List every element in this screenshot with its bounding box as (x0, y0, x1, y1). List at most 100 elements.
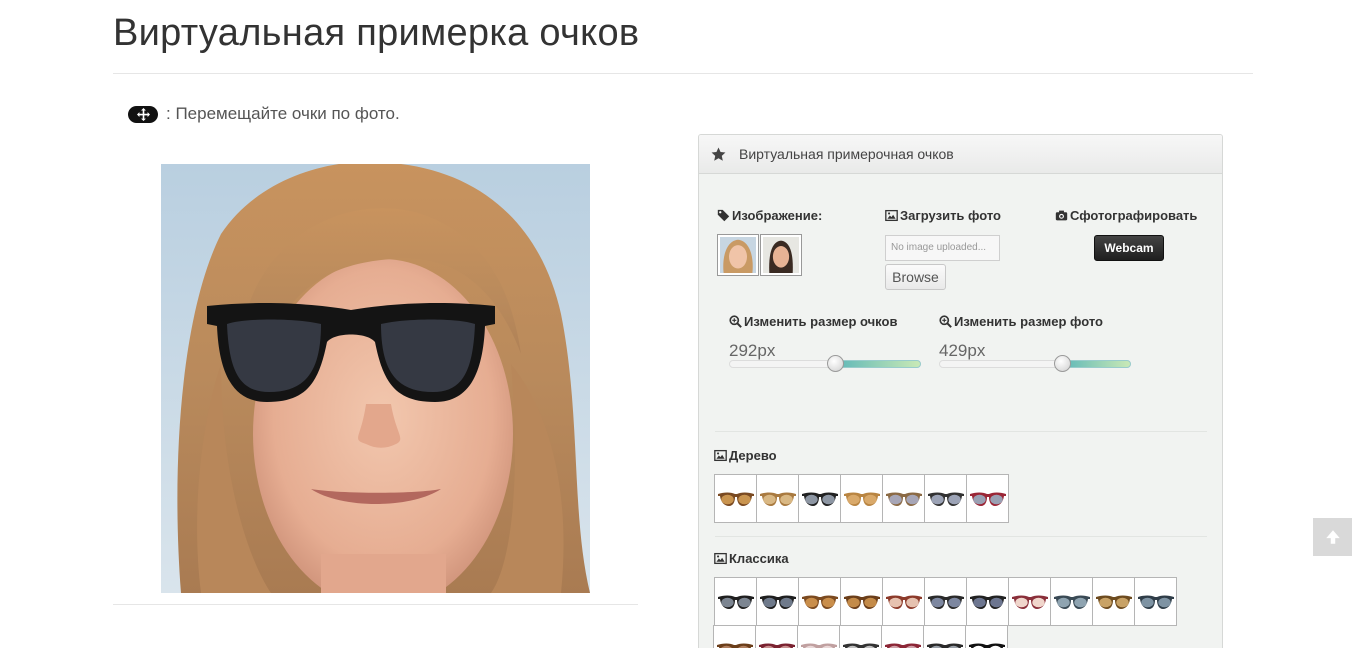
panel-title: Виртуальная примерочная очков (739, 146, 954, 162)
picture-icon (714, 552, 727, 565)
glasses-icon (716, 643, 753, 648)
glasses-thumb[interactable] (713, 625, 756, 648)
glasses-icon (1137, 595, 1174, 609)
model-thumb-blonde[interactable] (717, 234, 759, 276)
model-face-blonde (720, 237, 756, 273)
webcam-button[interactable]: Webcam (1094, 235, 1164, 261)
glasses-icon (884, 643, 921, 648)
glasses-thumb[interactable] (1092, 577, 1135, 626)
glasses-size-slider[interactable] (729, 355, 921, 372)
glasses-overlay[interactable] (205, 302, 497, 406)
glasses-thumb[interactable] (924, 474, 967, 523)
glasses-thumb[interactable] (966, 577, 1009, 626)
file-upload-input[interactable]: No image uploaded... (885, 235, 1000, 261)
category-wood-label: Дерево (729, 448, 777, 463)
glasses-thumb[interactable] (839, 625, 882, 648)
image-label-wrap: Изображение: (717, 208, 822, 223)
page-title: Виртуальная примерка очков (113, 12, 640, 54)
glasses-thumb[interactable] (714, 474, 757, 523)
glasses-icon (758, 643, 795, 648)
glasses-icon (1053, 595, 1090, 609)
picture-icon (714, 449, 727, 462)
resize-photo-label-wrap: Изменить размер фото (939, 314, 1103, 329)
glasses-thumb[interactable] (755, 625, 798, 648)
glasses-icon (927, 492, 964, 506)
section-divider (715, 431, 1207, 432)
glasses-thumb[interactable] (1008, 577, 1051, 626)
tags-icon (717, 209, 730, 222)
glasses-thumb[interactable] (966, 474, 1009, 523)
glasses-icon (801, 595, 838, 609)
classic-glasses-grid (713, 577, 1194, 648)
resize-glasses-label-wrap: Изменить размер очков (729, 314, 897, 329)
photo-size-slider[interactable] (939, 355, 1131, 372)
model-thumb-dark[interactable] (760, 234, 802, 276)
glasses-icon (927, 595, 964, 609)
glasses-icon (842, 643, 879, 648)
glasses-icon (717, 492, 754, 506)
glasses-thumb[interactable] (1050, 577, 1093, 626)
glasses-thumb[interactable] (797, 625, 840, 648)
try-on-photo[interactable] (161, 164, 590, 593)
panel-header: Виртуальная примерочная очков (699, 135, 1222, 174)
image-label: Изображение: (732, 208, 823, 223)
glasses-thumb[interactable] (840, 577, 883, 626)
scroll-to-top-button[interactable] (1313, 518, 1352, 556)
glasses-thumb[interactable] (1134, 577, 1177, 626)
glasses-icon (885, 492, 922, 506)
glasses-icon (968, 643, 1005, 648)
move-hint: : Перемещайте очки по фото. (128, 104, 400, 124)
take-photo-label: Сфотографировать (1070, 208, 1198, 223)
camera-icon (1055, 210, 1068, 221)
slider-handle[interactable] (1054, 355, 1071, 372)
glasses-icon (969, 595, 1006, 609)
glasses-icon (759, 595, 796, 609)
slider-fill (1062, 360, 1131, 368)
upload-label-wrap: Загрузить фото (885, 208, 1001, 223)
glasses-icon (1095, 595, 1132, 609)
category-classic-label-wrap: Классика (714, 551, 789, 566)
slider-handle[interactable] (827, 355, 844, 372)
glasses-icon (801, 492, 838, 506)
resize-photo-label: Изменить размер фото (954, 314, 1103, 329)
model-face-dark (763, 237, 799, 273)
glasses-icon (843, 595, 880, 609)
wood-glasses-grid (714, 474, 1034, 523)
zoom-icon (939, 315, 952, 328)
resize-glasses-label: Изменить размер очков (744, 314, 898, 329)
glasses-thumb[interactable] (882, 577, 925, 626)
glasses-thumb[interactable] (798, 474, 841, 523)
glasses-icon (885, 595, 922, 609)
glasses-icon (800, 643, 837, 648)
title-divider (113, 73, 1253, 74)
glasses-thumb[interactable] (923, 625, 966, 648)
star-icon (711, 146, 726, 161)
slider-fill (835, 360, 921, 368)
glasses-thumb[interactable] (756, 577, 799, 626)
glasses-icon (1011, 595, 1048, 609)
move-icon (128, 105, 158, 123)
category-wood-label-wrap: Дерево (714, 448, 777, 463)
upload-label: Загрузить фото (900, 208, 1001, 223)
glasses-thumb[interactable] (965, 625, 1008, 648)
arrow-up-icon (1325, 530, 1340, 544)
category-classic-label: Классика (729, 551, 789, 566)
glasses-icon (759, 492, 796, 506)
glasses-icon (969, 492, 1006, 506)
photo-label-wrap: Сфотографировать (1055, 208, 1197, 223)
fitting-panel: Виртуальная примерочная очков Изображени… (698, 134, 1223, 648)
glasses-thumb[interactable] (881, 625, 924, 648)
glasses-icon (926, 643, 963, 648)
move-hint-text: : Перемещайте очки по фото. (166, 104, 400, 123)
glasses-thumb[interactable] (756, 474, 799, 523)
zoom-icon (729, 315, 742, 328)
glasses-thumb[interactable] (840, 474, 883, 523)
browse-button[interactable]: Browse (885, 264, 946, 290)
glasses-thumb[interactable] (714, 577, 757, 626)
glasses-thumb[interactable] (798, 577, 841, 626)
glasses-icon (717, 595, 754, 609)
glasses-icon (843, 492, 880, 506)
glasses-thumb[interactable] (882, 474, 925, 523)
glasses-thumb[interactable] (924, 577, 967, 626)
picture-icon (885, 209, 898, 222)
